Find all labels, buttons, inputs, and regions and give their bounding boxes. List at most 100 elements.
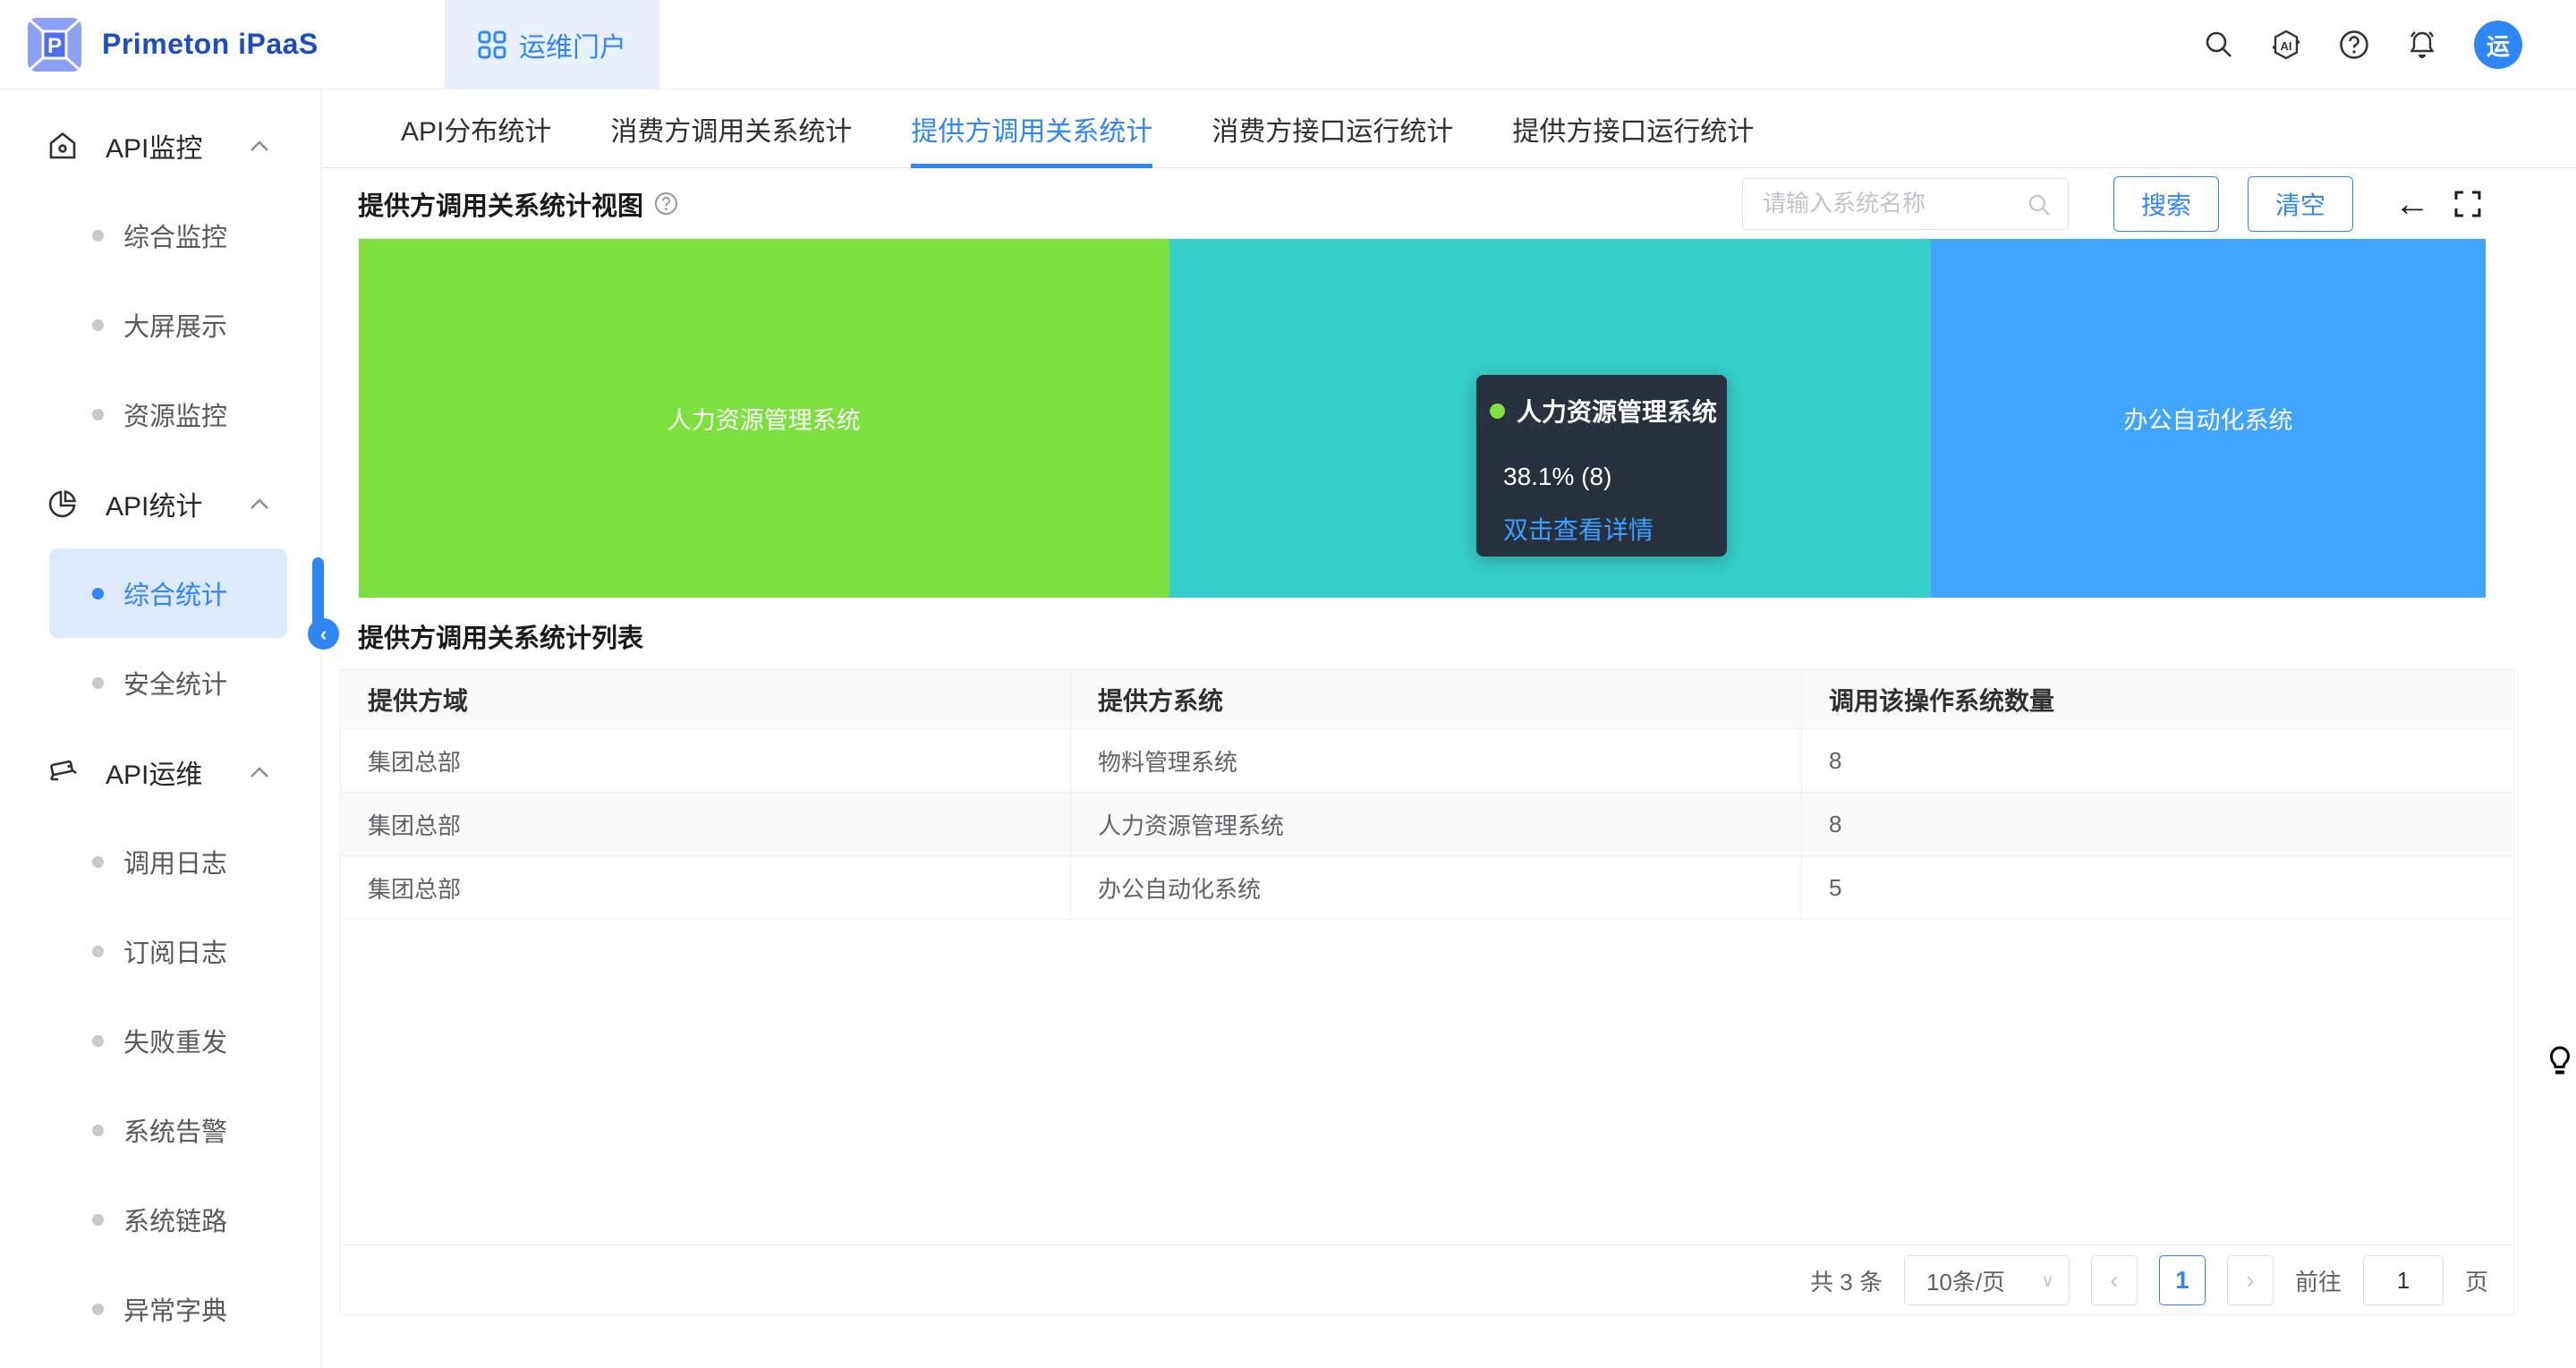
header-actions: AI 运 — [2202, 0, 2522, 89]
bullet-icon — [92, 1304, 104, 1315]
app-logo: P Primeton iPaaS — [27, 17, 319, 72]
column-header-provider-domain: 提供方域 — [341, 670, 1071, 728]
treemap-block-oa-system[interactable]: 办公自动化系统 — [1931, 239, 2486, 598]
chevron-up-icon — [250, 766, 269, 778]
sidebar-item-exception-dictionary[interactable]: 异常字典 — [49, 1264, 287, 1354]
portal-tab-label: 运维门户 — [519, 25, 626, 64]
sidebar-group-api-monitor[interactable]: API监控 — [0, 101, 321, 191]
bullet-icon — [92, 1214, 104, 1226]
cctv-camera-icon — [47, 756, 79, 788]
sidebar-resize-handle[interactable] — [312, 557, 324, 625]
bullet-icon — [92, 588, 104, 599]
sidebar-item-subscription-logs[interactable]: 订阅日志 — [49, 906, 287, 996]
portal-tab[interactable]: 运维门户 — [445, 0, 659, 89]
svg-text:P: P — [47, 34, 62, 58]
back-arrow-icon[interactable]: ← — [2394, 186, 2430, 222]
bullet-icon — [92, 1035, 104, 1047]
sidebar-group-label: API监控 — [106, 126, 202, 166]
tab-provider-call-relation[interactable]: 提供方调用关系统计 — [911, 89, 1152, 167]
sidebar-item-security-statistics[interactable]: 安全统计 — [49, 638, 287, 727]
svg-text:AI: AI — [2281, 39, 2292, 53]
tooltip-detail-link[interactable]: 双击查看详情 — [1503, 511, 1727, 547]
bullet-icon — [92, 409, 104, 421]
sidebar-group-api-statistics[interactable]: API统计 — [0, 459, 321, 548]
chevron-up-icon — [250, 497, 269, 510]
tab-api-distribution[interactable]: API分布统计 — [401, 89, 551, 167]
search-button[interactable]: 搜索 — [2113, 176, 2219, 232]
treemap-block-hr-system[interactable]: 人力资源管理系统 — [359, 239, 1169, 598]
sidebar-group-label: API运维 — [106, 752, 202, 792]
ai-assistant-icon[interactable]: AI — [2270, 29, 2302, 61]
table-header-row: 提供方域 提供方系统 调用该操作系统数量 — [341, 670, 2513, 729]
table-row[interactable]: 集团总部 人力资源管理系统 8 — [341, 793, 2513, 856]
view-toolbar: 提供方调用关系统计视图 搜索 清空 ← — [322, 168, 2576, 239]
tooltip-value: 38.1% (8) — [1503, 463, 1727, 491]
bullet-icon — [92, 946, 104, 957]
tooltip-marker — [1490, 404, 1505, 419]
provider-call-relation-treemap: 人力资源管理系统 物料管理系统 办公自动化系统 人力资源管理系统 38.1% (… — [359, 239, 2486, 598]
sidebar-item-comprehensive-statistics[interactable]: 综合统计 — [49, 548, 287, 638]
table-empty-area — [341, 920, 2513, 1245]
help-icon[interactable] — [2338, 29, 2370, 61]
page-size-select[interactable]: 10条/页 ∨ — [1904, 1255, 2070, 1305]
sidebar-item-resource-monitor[interactable]: 资源监控 — [49, 370, 287, 459]
goto-label: 前往 — [2295, 1264, 2342, 1297]
pie-chart-icon — [47, 488, 79, 520]
notification-bell-icon[interactable] — [2406, 29, 2438, 61]
sidebar-item-big-screen[interactable]: 大屏展示 — [49, 280, 287, 370]
provider-call-relation-table: 提供方域 提供方系统 调用该操作系统数量 集团总部 物料管理系统 8 集团总部 … — [340, 669, 2514, 1315]
logo-text: Primeton iPaaS — [102, 28, 319, 61]
clear-button[interactable]: 清空 — [2248, 176, 2353, 232]
pagination-total: 共 3 条 — [1810, 1264, 1883, 1297]
help-circle-icon[interactable] — [654, 191, 678, 216]
column-header-provider-system: 提供方系统 — [1071, 670, 1802, 728]
statistics-tabbar: API分布统计 消费方调用关系统计 提供方调用关系统计 消费方接口运行统计 提供… — [322, 89, 2576, 168]
system-name-search — [1742, 178, 2069, 230]
column-header-call-count: 调用该操作系统数量 — [1802, 670, 2513, 728]
goto-page-input[interactable] — [2363, 1255, 2444, 1305]
home-icon — [47, 130, 79, 162]
sidebar-item-call-logs[interactable]: 调用日志 — [49, 817, 287, 906]
view-title: 提供方调用关系统计视图 — [358, 185, 678, 223]
user-avatar[interactable]: 运 — [2474, 21, 2522, 69]
page: P Primeton iPaaS 运维门户 AI — [0, 0, 2576, 1368]
main-content: API分布统计 消费方调用关系统计 提供方调用关系统计 消费方接口运行统计 提供… — [322, 89, 2576, 1368]
sidebar-group-api-operations[interactable]: API运维 — [0, 727, 321, 817]
fullscreen-icon[interactable] — [2453, 190, 2482, 218]
tab-consumer-interface-run[interactable]: 消费方接口运行统计 — [1211, 89, 1453, 167]
sidebar-item-failure-retry[interactable]: 失败重发 — [49, 996, 287, 1085]
next-page-button[interactable]: › — [2227, 1255, 2274, 1305]
page-number-button[interactable]: 1 — [2159, 1255, 2206, 1305]
sidebar-item-comprehensive-monitor[interactable]: 综合监控 — [49, 191, 287, 280]
tab-consumer-call-relation[interactable]: 消费方调用关系统计 — [610, 89, 852, 167]
app-header: P Primeton iPaaS 运维门户 AI — [0, 0, 2576, 89]
sidebar-item-system-links[interactable]: 系统链路 — [49, 1175, 287, 1264]
list-title: 提供方调用关系统计列表 — [358, 617, 643, 655]
treemap-tooltip: 人力资源管理系统 38.1% (8) 双击查看详情 — [1476, 375, 1727, 557]
search-icon[interactable] — [2202, 29, 2234, 61]
toolbar-actions: 搜索 清空 ← — [1742, 176, 2482, 232]
search-input[interactable] — [1743, 179, 2068, 229]
bullet-icon — [92, 1125, 104, 1136]
bullet-icon — [92, 230, 104, 242]
bullet-icon — [92, 677, 104, 689]
prev-page-button[interactable]: ‹ — [2091, 1255, 2138, 1305]
lightbulb-icon[interactable] — [2548, 1045, 2572, 1079]
pagination: 共 3 条 10条/页 ∨ ‹ 1 › 前往 页 — [341, 1245, 2513, 1315]
apps-grid-icon — [478, 30, 506, 59]
chevron-down-icon: ∨ — [2041, 1270, 2054, 1292]
sidebar: API监控 综合监控 大屏展示 资源监控 API统计 综合统计 — [0, 89, 322, 1368]
sidebar-collapse-button[interactable]: ‹ — [308, 618, 339, 650]
sidebar-group-label: API统计 — [106, 484, 202, 523]
avatar-label: 运 — [2487, 29, 2510, 62]
logo-icon: P — [27, 17, 82, 72]
sidebar-item-system-alerts[interactable]: 系统告警 — [49, 1085, 287, 1175]
bullet-icon — [92, 319, 104, 331]
bullet-icon — [92, 856, 104, 868]
tooltip-title: 人力资源管理系统 — [1517, 393, 1717, 429]
tab-provider-interface-run[interactable]: 提供方接口运行统计 — [1512, 89, 1754, 167]
page-unit-label: 页 — [2465, 1264, 2488, 1297]
table-row[interactable]: 集团总部 物料管理系统 8 — [341, 729, 2513, 793]
chevron-up-icon — [250, 140, 269, 152]
table-row[interactable]: 集团总部 办公自动化系统 5 — [341, 856, 2513, 920]
